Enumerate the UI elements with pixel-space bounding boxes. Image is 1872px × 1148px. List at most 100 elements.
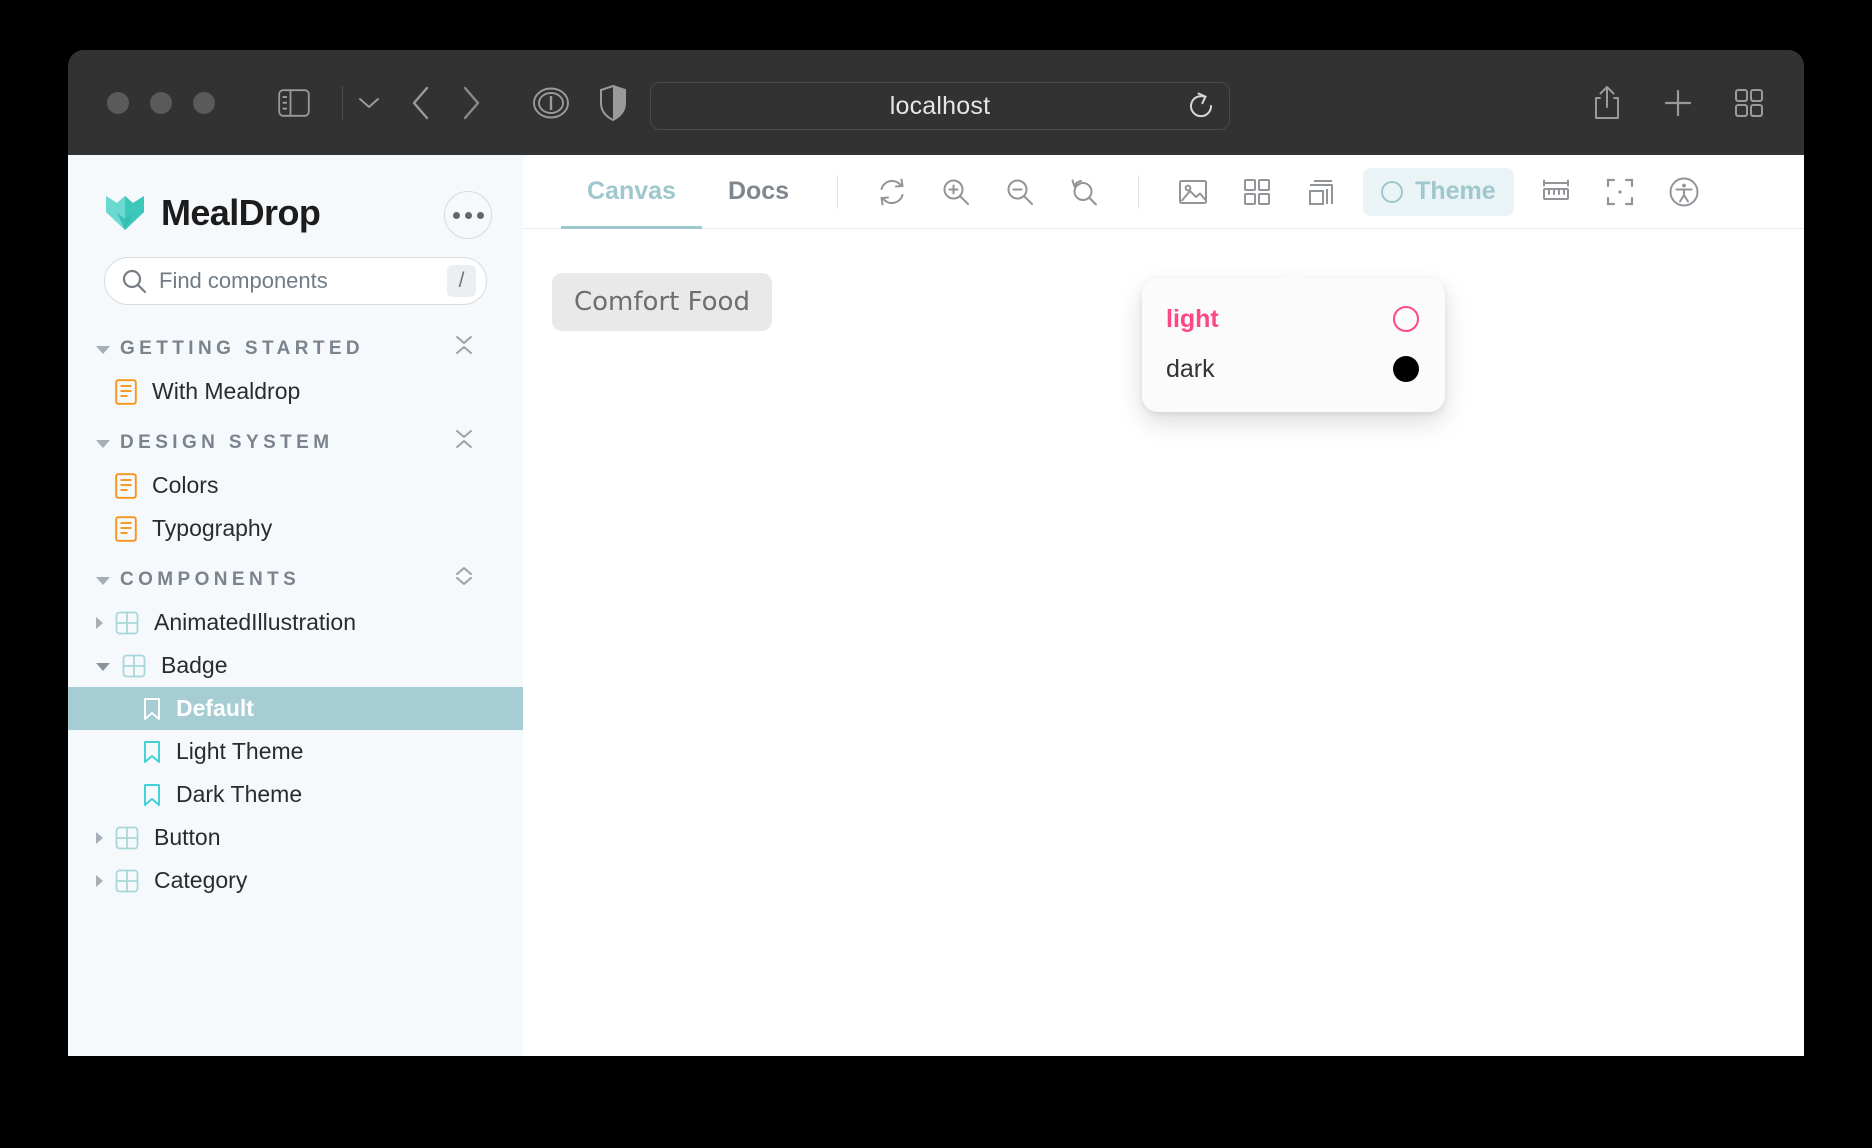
sidebar-item-button[interactable]: Button <box>68 816 523 859</box>
measure-layers-icon[interactable] <box>1298 169 1344 215</box>
sidebar-item-with-mealdrop[interactable]: With Mealdrop <box>68 370 523 413</box>
sidebar-item-animatedillustration[interactable]: AnimatedIllustration <box>68 601 523 644</box>
window-controls <box>107 91 215 114</box>
sidebar-item-label: Default <box>176 695 254 721</box>
close-button[interactable] <box>107 91 129 114</box>
chevron-down-icon[interactable] <box>358 96 380 110</box>
grid-icon[interactable] <box>1234 169 1280 215</box>
section-header-getting-started[interactable]: GETTING STARTED <box>68 319 523 370</box>
zoom-button[interactable] <box>193 91 215 114</box>
theme-button-label: Theme <box>1415 177 1496 205</box>
component-grid-icon <box>115 869 139 893</box>
theme-popover: light dark <box>1142 278 1445 412</box>
sidebar-item-label: Badge <box>161 652 228 678</box>
mealdrop-logo-icon <box>104 192 146 234</box>
forward-arrow-icon[interactable] <box>460 85 482 121</box>
chevron-right-icon[interactable] <box>96 831 103 844</box>
badge-comfort-food[interactable]: Comfort Food <box>552 273 772 331</box>
address-bar[interactable]: localhost <box>650 82 1230 130</box>
accessibility-icon[interactable] <box>1661 169 1707 215</box>
reload-icon[interactable] <box>1189 92 1215 120</box>
light-swatch-icon <box>1393 306 1419 332</box>
search-input[interactable] <box>159 268 447 294</box>
preview-toolbar-icons <box>860 169 1116 215</box>
theme-option-dark[interactable]: dark <box>1142 344 1445 394</box>
preview-view-icons <box>1161 169 1353 215</box>
browser-actions <box>1592 85 1764 121</box>
background-image-icon[interactable] <box>1170 169 1216 215</box>
privacy-shield-icon[interactable] <box>600 84 626 121</box>
theme-toolbar-button[interactable]: Theme <box>1363 167 1514 216</box>
section-header-components[interactable]: COMPONENTS <box>68 550 523 601</box>
reader-mode-icon[interactable] <box>532 84 570 122</box>
tab-canvas[interactable]: Canvas <box>561 155 702 230</box>
search-shortcut-badge: / <box>447 265 476 297</box>
component-grid-icon <box>122 654 146 678</box>
expand-icon[interactable] <box>453 564 475 588</box>
sidebar-item-default[interactable]: Default <box>68 687 523 730</box>
sidebar-item-label: Typography <box>152 515 273 541</box>
chevron-right-icon[interactable] <box>96 874 103 887</box>
sidebar-toggle-icon[interactable] <box>278 88 310 117</box>
tab-label: Canvas <box>587 177 676 205</box>
toolbar-divider <box>342 85 343 120</box>
search-box[interactable]: / <box>104 257 487 305</box>
bookmark-icon <box>142 740 162 764</box>
section-title: COMPONENTS <box>120 569 301 590</box>
document-icon <box>115 472 137 499</box>
screen: localhost MealDrop Find components / GET… <box>0 0 1872 1148</box>
collapse-icon[interactable] <box>453 427 475 451</box>
url-text: localhost <box>889 91 991 120</box>
sidebar-item-light-theme[interactable]: Light Theme <box>68 730 523 773</box>
sidebar: MealDrop / GETTING STARTED <box>68 155 523 1056</box>
storybook-app: MealDrop / GETTING STARTED <box>68 155 1804 1056</box>
sidebar-item-badge[interactable]: Badge <box>68 644 523 687</box>
share-icon[interactable] <box>1592 85 1622 121</box>
toolbar-divider <box>1138 174 1140 209</box>
browser-toolbar: localhost <box>68 50 1804 155</box>
minimize-button[interactable] <box>150 91 172 114</box>
bookmark-icon <box>142 783 162 807</box>
toolbar-divider <box>837 174 839 209</box>
chevron-down-icon[interactable] <box>96 663 110 671</box>
section-caret-icon <box>96 577 110 585</box>
sidebar-item-label: AnimatedIllustration <box>154 609 356 635</box>
sidebar-item-colors[interactable]: Colors <box>68 464 523 507</box>
chevron-right-icon[interactable] <box>96 616 103 629</box>
sidebar-tree: GETTING STARTED With Mealdrop DESIGN SYS… <box>68 319 523 902</box>
zoom-reset-icon[interactable] <box>1061 169 1107 215</box>
sidebar-item-typography[interactable]: Typography <box>68 507 523 550</box>
ellipsis-icon[interactable] <box>444 191 492 239</box>
tab-docs[interactable]: Docs <box>702 155 815 229</box>
sidebar-item-label: Category <box>154 867 248 893</box>
tab-label: Docs <box>727 177 790 205</box>
sidebar-item-label: Button <box>154 824 221 850</box>
zoom-in-icon[interactable] <box>933 169 979 215</box>
browser-window: localhost MealDrop Find components / GET… <box>68 50 1804 1056</box>
theme-circle-icon <box>1381 180 1404 203</box>
document-icon <box>115 515 137 542</box>
tab-overview-icon[interactable] <box>1734 88 1764 118</box>
sidebar-item-label: Colors <box>152 472 219 498</box>
theme-option-light[interactable]: light <box>1142 294 1445 344</box>
sidebar-item-dark-theme[interactable]: Dark Theme <box>68 773 523 816</box>
outline-icon[interactable] <box>1597 169 1643 215</box>
preview-toolbar: Canvas Docs Theme <box>523 155 1804 230</box>
sidebar-item-label: Dark Theme <box>176 781 303 807</box>
new-tab-icon[interactable] <box>1663 88 1693 118</box>
section-caret-icon <box>96 440 110 448</box>
theme-option-label: light <box>1166 304 1219 333</box>
remount-icon[interactable] <box>869 169 915 215</box>
back-arrow-icon[interactable] <box>410 85 432 121</box>
section-title: GETTING STARTED <box>120 338 365 359</box>
sidebar-item-label: Light Theme <box>176 738 304 764</box>
sidebar-item-category[interactable]: Category <box>68 859 523 902</box>
preview-tabs: Canvas Docs <box>561 155 815 230</box>
zoom-out-icon[interactable] <box>997 169 1043 215</box>
preview-trailing-icons <box>1524 169 1716 215</box>
ruler-icon[interactable] <box>1533 169 1579 215</box>
sidebar-item-label: With Mealdrop <box>152 378 301 404</box>
section-header-design-system[interactable]: DESIGN SYSTEM <box>68 413 523 464</box>
search-icon <box>121 268 147 294</box>
collapse-icon[interactable] <box>453 333 475 357</box>
